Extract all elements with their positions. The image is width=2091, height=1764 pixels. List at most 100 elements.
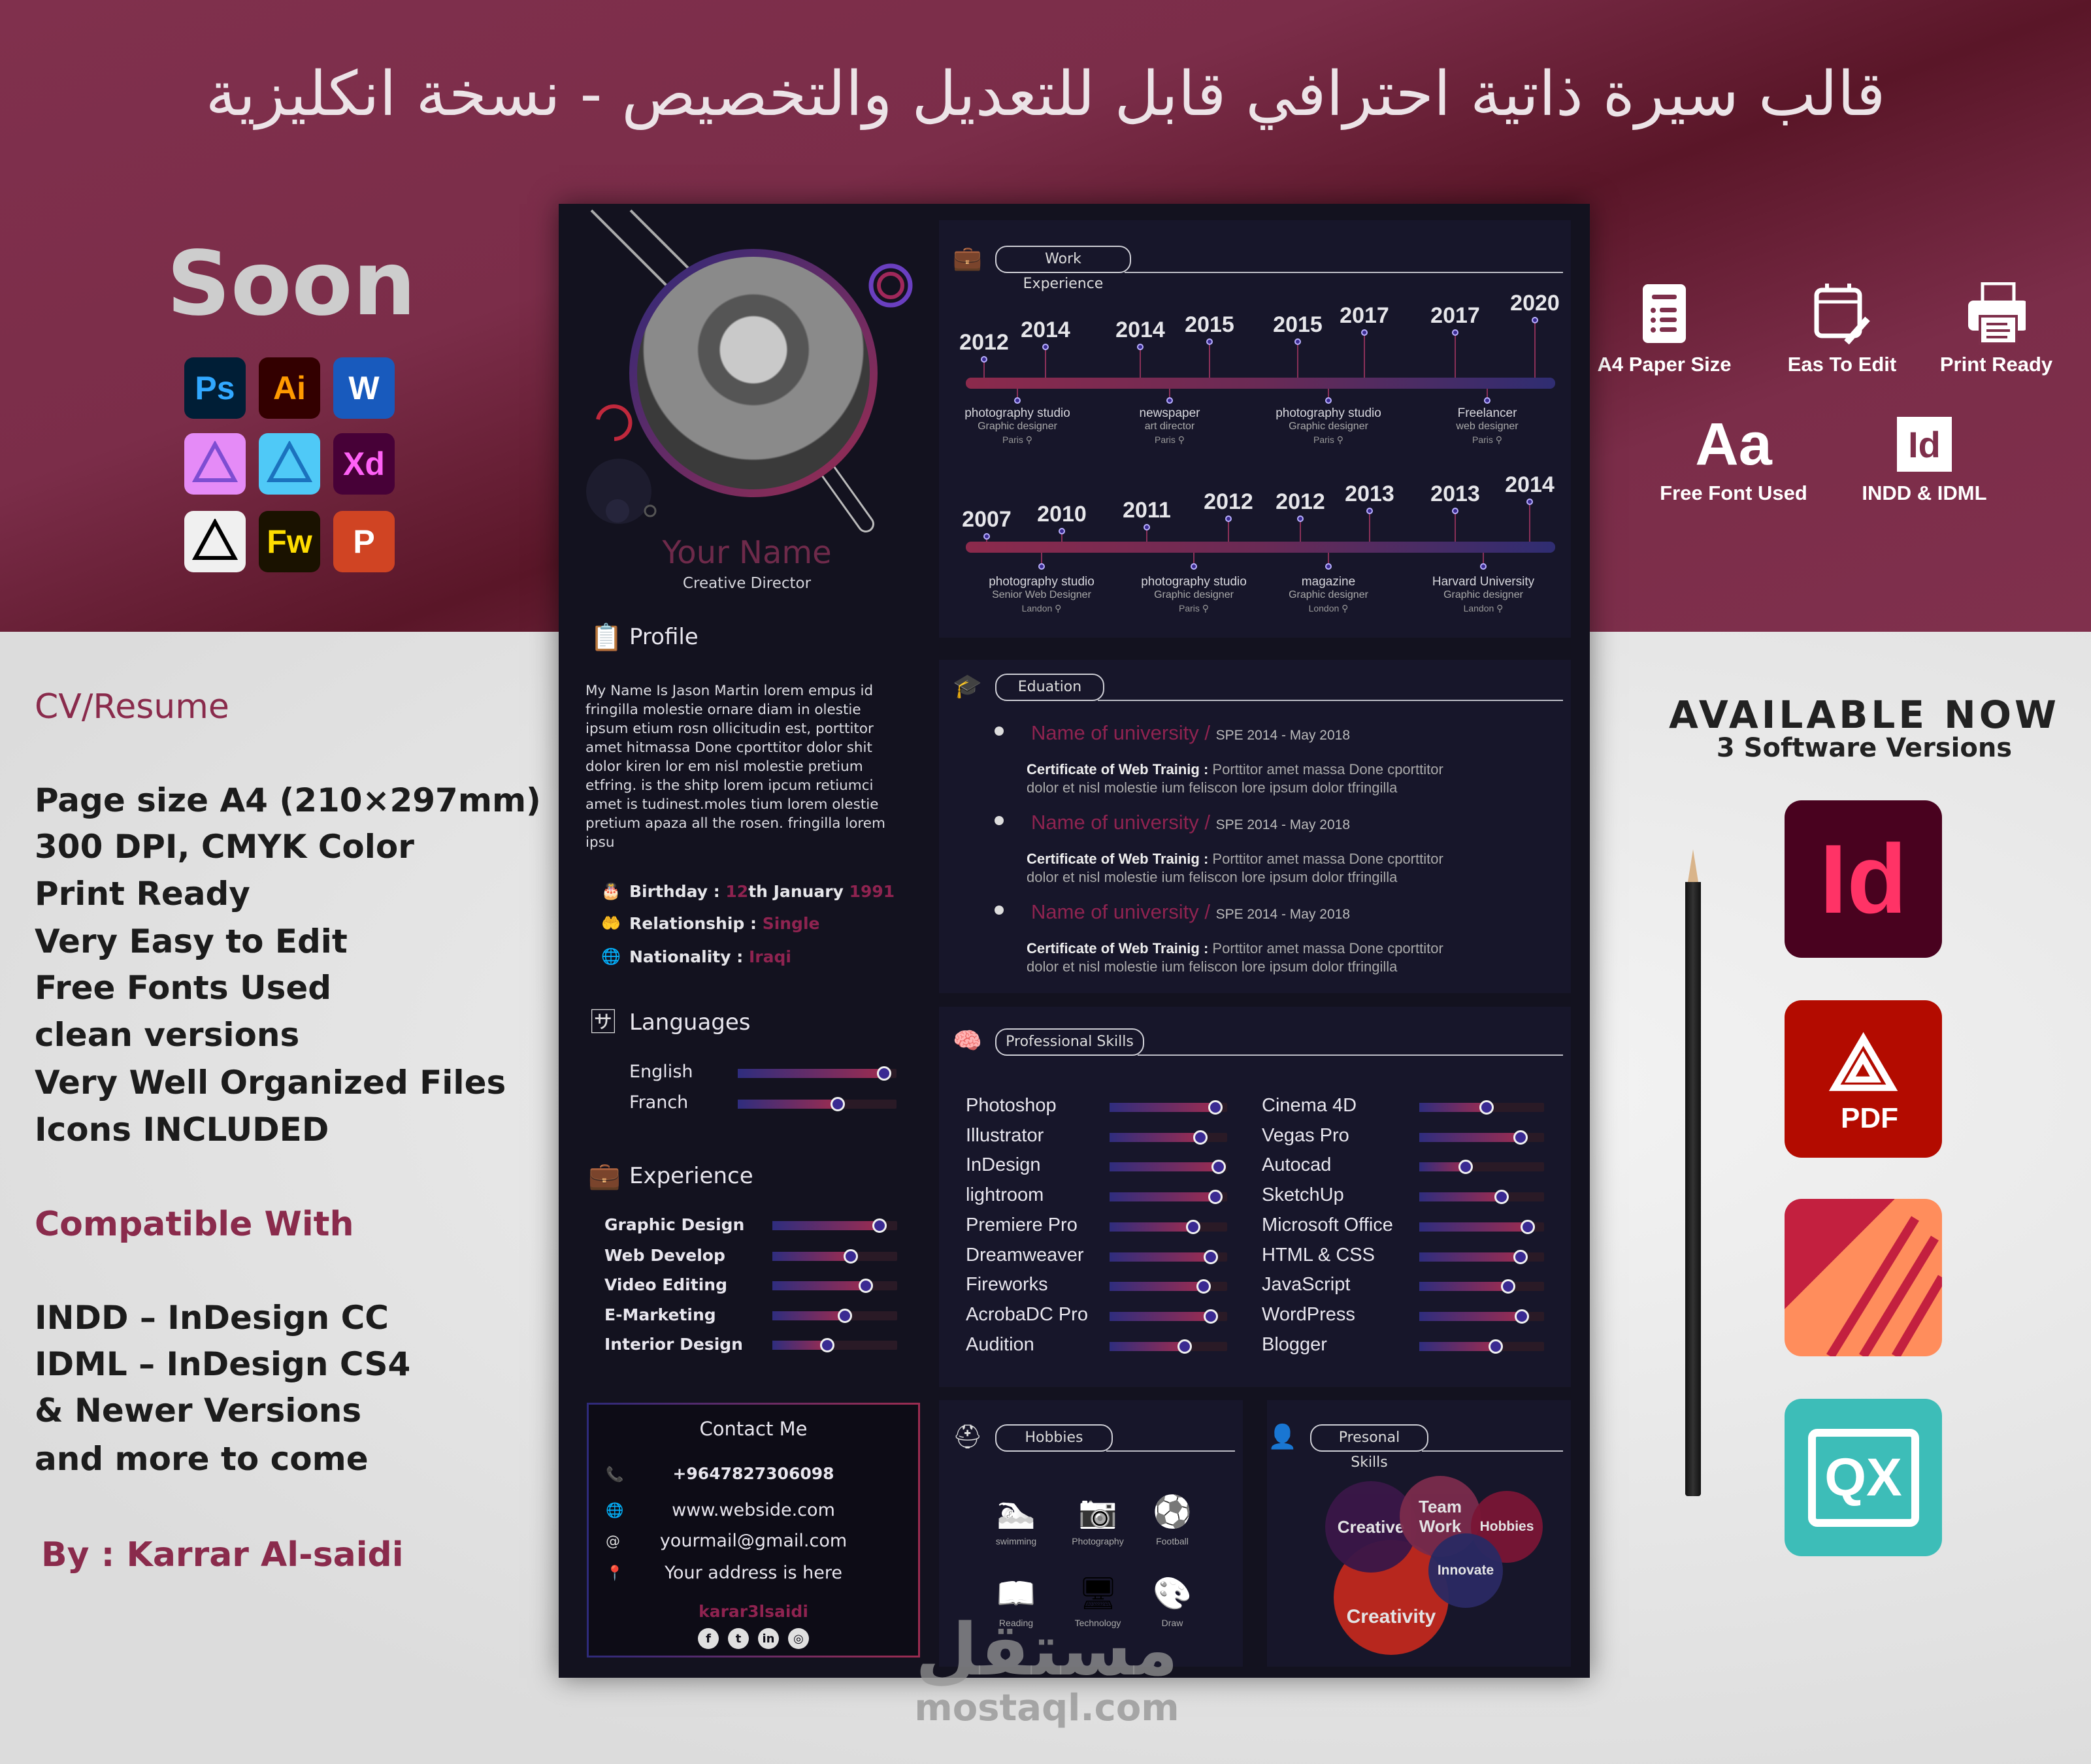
skill-level-bar[interactable] bbox=[1110, 1100, 1227, 1115]
bullet bbox=[995, 816, 1004, 825]
skill-bar-fill bbox=[738, 1100, 838, 1109]
skill-bar-knob[interactable] bbox=[1458, 1160, 1473, 1175]
skill-bar-knob[interactable] bbox=[1203, 1309, 1218, 1324]
skill-bar-knob[interactable] bbox=[876, 1066, 891, 1081]
skill-level-bar[interactable] bbox=[1110, 1249, 1227, 1264]
skill-level-bar[interactable] bbox=[1110, 1190, 1227, 1205]
skill-level-bar[interactable] bbox=[1419, 1279, 1544, 1294]
skill-bar-knob[interactable] bbox=[820, 1338, 835, 1352]
skill-level-bar[interactable] bbox=[1419, 1100, 1544, 1115]
timeline-dot bbox=[1452, 329, 1458, 336]
section-work-label: Work Experience bbox=[995, 246, 1131, 292]
skill-bar-knob[interactable] bbox=[1208, 1190, 1223, 1205]
section-divider bbox=[1098, 700, 1563, 701]
experience-level-bar[interactable] bbox=[772, 1279, 897, 1293]
language-level-bar[interactable] bbox=[738, 1066, 897, 1081]
separator: / bbox=[1198, 900, 1216, 923]
instagram-icon[interactable]: ◎ bbox=[788, 1628, 809, 1649]
skill-bar-fill bbox=[1419, 1282, 1508, 1292]
printer-icon bbox=[1967, 281, 2026, 346]
certificate-desc: dolor et nisl molestie ium feliscon lore… bbox=[1027, 869, 1398, 885]
timeline-dot bbox=[1144, 524, 1150, 531]
experience-level-bar[interactable] bbox=[772, 1309, 897, 1323]
timeline-dot bbox=[1480, 563, 1487, 570]
skill-level-bar[interactable] bbox=[1419, 1249, 1544, 1264]
skill-bar-knob[interactable] bbox=[1177, 1339, 1193, 1354]
soon-label: Soon bbox=[167, 233, 416, 336]
social-handle: karar3lsaidi bbox=[699, 1602, 808, 1621]
language-level-bar[interactable] bbox=[738, 1097, 897, 1111]
skill-bar-knob[interactable] bbox=[1488, 1339, 1503, 1354]
skill-bar-knob[interactable] bbox=[1513, 1249, 1528, 1264]
bubble-label: Team Work bbox=[1419, 1497, 1462, 1536]
timeline-year: 2015 bbox=[1273, 312, 1323, 337]
school-name: Name of university bbox=[1031, 721, 1199, 744]
timeline-year: 2020 bbox=[1510, 291, 1560, 316]
language-name: Franch bbox=[629, 1092, 689, 1113]
job-role: Graphic designer bbox=[1289, 589, 1368, 600]
skill-bar-fill bbox=[772, 1311, 845, 1320]
facebook-icon[interactable]: f bbox=[698, 1628, 719, 1649]
timeline-stem bbox=[1364, 334, 1365, 378]
available-now: AVAILABLE NOW bbox=[1668, 693, 2060, 737]
skill-level-bar[interactable] bbox=[1110, 1219, 1227, 1234]
skill-bar-fill bbox=[1110, 1162, 1219, 1172]
section-education-label: Eduation bbox=[995, 674, 1104, 701]
skill-level-bar[interactable] bbox=[1419, 1190, 1544, 1205]
info-value: th January bbox=[748, 882, 849, 901]
skill-bar-fill bbox=[1419, 1192, 1502, 1202]
skill-bar-knob[interactable] bbox=[1203, 1249, 1218, 1264]
job-role: Graphic designer bbox=[978, 421, 1057, 432]
skill-name: Vegas Pro bbox=[1262, 1124, 1349, 1146]
skill-level-bar[interactable] bbox=[1419, 1130, 1544, 1145]
timeline-dot bbox=[1452, 508, 1458, 514]
skill-level-bar[interactable] bbox=[1110, 1309, 1227, 1324]
experience-level-bar[interactable] bbox=[772, 1218, 897, 1233]
job-role: Graphic designer bbox=[1154, 589, 1234, 600]
skill-bar-knob[interactable] bbox=[1514, 1309, 1529, 1324]
skill-level-bar[interactable] bbox=[1419, 1339, 1544, 1354]
job-role: Senior Web Designer bbox=[992, 589, 1091, 600]
skill-bar-fill bbox=[1419, 1222, 1528, 1232]
skill-bar-knob[interactable] bbox=[1479, 1100, 1494, 1115]
info-row: Birthday : 12th January 1991 bbox=[629, 882, 895, 901]
timeline-year: 2010 bbox=[1037, 502, 1087, 527]
experience-level-bar[interactable] bbox=[772, 1249, 897, 1264]
skill-level-bar[interactable] bbox=[1110, 1279, 1227, 1294]
skill-bar-knob[interactable] bbox=[1500, 1279, 1515, 1294]
spec-item: clean versions bbox=[35, 1016, 300, 1054]
hobby-label: swimming bbox=[995, 1536, 1037, 1546]
football-icon: ⚽ bbox=[1153, 1494, 1192, 1530]
skill-level-bar[interactable] bbox=[1419, 1219, 1544, 1234]
skill-level-bar[interactable] bbox=[1419, 1309, 1544, 1324]
skill-level-bar[interactable] bbox=[1110, 1160, 1227, 1175]
compat-item: and more to come bbox=[35, 1440, 369, 1478]
section-skills-label: Professional Skills bbox=[995, 1028, 1144, 1056]
inkscape-icon bbox=[184, 511, 246, 572]
skill-bar-knob[interactable] bbox=[1208, 1100, 1223, 1115]
avatar-photo bbox=[637, 257, 870, 489]
skill-bar-knob[interactable] bbox=[1521, 1219, 1536, 1234]
indesign-icon: Id bbox=[1895, 412, 1954, 477]
timeline-stem bbox=[1455, 334, 1456, 378]
languages-heading: Languages bbox=[629, 1009, 751, 1036]
skill-level-bar[interactable] bbox=[1110, 1130, 1227, 1145]
skill-bar-knob[interactable] bbox=[1513, 1130, 1528, 1145]
skill-bar-knob[interactable] bbox=[1494, 1190, 1509, 1205]
skill-level-bar[interactable] bbox=[1110, 1339, 1227, 1354]
job-role: web designer bbox=[1456, 421, 1519, 432]
job-city: Paris ⚲ bbox=[1472, 434, 1503, 445]
twitter-icon[interactable]: t bbox=[728, 1628, 749, 1649]
experience-level-bar[interactable] bbox=[772, 1338, 897, 1352]
linkedin-icon[interactable]: in bbox=[758, 1628, 779, 1649]
timeline-year: 2014 bbox=[1021, 318, 1070, 342]
timeline-stem bbox=[1140, 348, 1141, 378]
skill-bar-knob[interactable] bbox=[1185, 1219, 1200, 1234]
skill-level-bar[interactable] bbox=[1419, 1160, 1544, 1175]
skill-bar-knob[interactable] bbox=[831, 1097, 846, 1111]
skill-bar-knob[interactable] bbox=[837, 1309, 852, 1323]
skill-name: WordPress bbox=[1262, 1303, 1355, 1325]
skill-bar-fill bbox=[772, 1281, 866, 1290]
skill-bar-knob[interactable] bbox=[1193, 1130, 1208, 1145]
skill-name: Autocad bbox=[1262, 1154, 1332, 1176]
